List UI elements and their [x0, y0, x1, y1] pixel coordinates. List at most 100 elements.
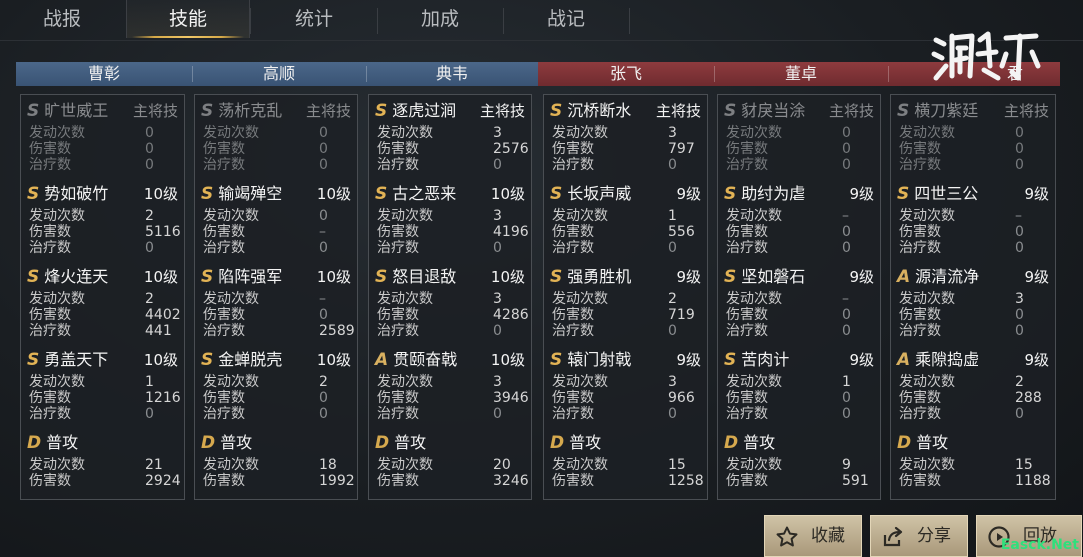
stat-label: 伤害数 [552, 473, 594, 489]
stat-label: 伤害数 [203, 307, 245, 323]
stat-value: 0 [145, 141, 154, 157]
stat-label: 治疗数 [203, 406, 245, 422]
skill-level: 9级 [676, 185, 701, 203]
stat-label: 发动次数 [29, 208, 85, 224]
skill-grade: S [375, 267, 388, 287]
skill-name: 坚如磐石 [741, 267, 806, 286]
skill-row: S 强勇胜机 9级 发动次数 2 伤害数 719 治疗数 0 [550, 265, 701, 345]
stat-uses: 发动次数 3 [377, 125, 523, 141]
stat-label: 伤害数 [203, 473, 245, 489]
stat-damage: 伤害数 0 [203, 390, 349, 406]
stat-value: 2 [145, 291, 154, 307]
skill-grade: S [201, 350, 214, 370]
stat-uses: 发动次数 20 [377, 457, 523, 473]
skill-grade: D [27, 433, 42, 453]
skill-name: 输竭殚空 [218, 184, 283, 203]
stat-value: 966 [668, 390, 695, 406]
general-card-0: S 旷世威王 主将技 发动次数 0 伤害数 0 治疗数 0 S 势如破竹 10级 发动次数 2 伤害数 511… [20, 94, 185, 500]
share-icon [883, 526, 903, 547]
stat-damage: 伤害数 4402 [29, 307, 181, 323]
stat-uses: 发动次数 – [899, 208, 1047, 224]
stat-value: 0 [319, 240, 328, 256]
skill-grade: S [897, 184, 910, 204]
skill-row: S 逐虎过涧 主将技 发动次数 3 伤害数 2576 治疗数 0 [375, 99, 529, 179]
stat-label: 治疗数 [29, 406, 71, 422]
stat-label: 伤害数 [899, 141, 941, 157]
stat-label: 治疗数 [552, 157, 594, 173]
skill-name: 金蝉脱壳 [218, 350, 283, 369]
stat-damage: 伤害数 3946 [377, 390, 529, 406]
skill-name: 助纣为虐 [741, 184, 806, 203]
stat-uses: 发动次数 2 [29, 291, 176, 307]
skill-grade: S [724, 267, 737, 287]
favorite-button[interactable]: 收藏 [764, 515, 862, 557]
skill-title: S 陷阵强军 10级 [201, 265, 351, 289]
stat-label: 治疗数 [203, 157, 245, 173]
skill-name: 乘隙捣虚 [915, 350, 980, 369]
stat-label: 伤害数 [899, 224, 941, 240]
stat-label: 发动次数 [552, 125, 608, 141]
general-card-3: S 沉桥断水 主将技 发动次数 3 伤害数 797 治疗数 0 S 长坂声威 9级 发动次数 1 伤害数 55… [543, 94, 708, 500]
skill-grade: S [201, 184, 214, 204]
stat-value: 0 [1015, 323, 1024, 339]
tab-war-records[interactable]: 战记 [504, 0, 628, 38]
skill-title: S 烽火连天 10级 [27, 265, 178, 289]
stat-label: 治疗数 [377, 406, 419, 422]
basic-attack-row: D 普攻 发动次数 15 伤害数 1188 [897, 431, 1051, 511]
tab-bonus[interactable]: 加成 [378, 0, 502, 38]
skill-name: 勇盖天下 [44, 350, 109, 369]
general-card-1: S 荡析克乱 主将技 发动次数 0 伤害数 0 治疗数 0 S 输竭殚空 10级 发动次数 0 伤害数 – 治疗… [194, 94, 358, 500]
stat-value: 1 [145, 374, 154, 390]
stat-damage: 伤害数 5116 [29, 224, 181, 240]
stat-label: 伤害数 [377, 224, 419, 240]
stat-label: 伤害数 [29, 473, 71, 489]
skill-row: S 荡析克乱 主将技 发动次数 0 伤害数 0 治疗数 0 [201, 99, 351, 179]
skill-level: 主将技 [132, 102, 178, 120]
stat-value: 591 [842, 473, 869, 489]
skill-title: S 逐虎过涧 主将技 [375, 99, 525, 123]
stat-value: – [319, 224, 326, 240]
stat-label: 发动次数 [203, 374, 259, 390]
tab-skills[interactable]: 技能 [126, 0, 250, 38]
skill-row: S 金蝉脱壳 10级 发动次数 2 伤害数 0 治疗数 0 [201, 348, 351, 428]
stat-value: – [319, 291, 326, 307]
stat-uses: 发动次数 0 [29, 125, 176, 141]
skill-row: S 古之恶来 10级 发动次数 3 伤害数 4196 治疗数 0 [375, 182, 529, 262]
stat-heal: 治疗数 0 [899, 240, 1047, 256]
stat-label: 发动次数 [203, 208, 259, 224]
tab-statistics[interactable]: 统计 [252, 0, 376, 38]
skill-name: 旷世威王 [44, 101, 109, 120]
stat-label: 发动次数 [899, 457, 955, 473]
skill-title: S 怒目退敌 10级 [375, 265, 525, 289]
skill-grade: D [550, 433, 565, 453]
skill-level: 10级 [143, 351, 178, 369]
share-button[interactable]: 分享 [870, 515, 968, 557]
stat-label: 发动次数 [29, 457, 85, 473]
skill-name: 逐虎过涧 [392, 101, 457, 120]
skill-row: S 豺戾当涂 主将技 发动次数 0 伤害数 0 治疗数 0 [724, 99, 874, 179]
stat-heal: 治疗数 0 [552, 323, 699, 339]
stat-uses: 发动次数 9 [726, 457, 872, 473]
tab-battle-report[interactable]: 战报 [10, 0, 114, 38]
skill-title: S 坚如磐石 9级 [724, 265, 874, 289]
stat-label: 治疗数 [726, 406, 768, 422]
stat-value: 9 [842, 457, 851, 473]
skill-row: S 旷世威王 主将技 发动次数 0 伤害数 0 治疗数 0 [27, 99, 178, 179]
stat-value: 2589 [319, 323, 355, 339]
stat-value: 0 [842, 390, 851, 406]
skill-grade: A [375, 350, 389, 370]
skill-name: 四世三公 [914, 184, 979, 203]
stat-value: 2576 [493, 141, 529, 157]
stat-heal: 治疗数 0 [377, 406, 523, 422]
stat-uses: 发动次数 3 [377, 291, 523, 307]
stat-label: 发动次数 [552, 374, 608, 390]
stat-label: 治疗数 [29, 323, 71, 339]
skill-level: 10级 [316, 268, 351, 286]
skill-title: A 源清流净 9级 [897, 265, 1049, 289]
stat-uses: 发动次数 0 [203, 125, 349, 141]
stat-uses: 发动次数 2 [29, 208, 176, 224]
skill-level: 主将技 [828, 102, 874, 120]
stat-damage: 伤害数 0 [899, 224, 1047, 240]
stat-label: 发动次数 [726, 457, 782, 473]
stat-value: 0 [668, 406, 677, 422]
